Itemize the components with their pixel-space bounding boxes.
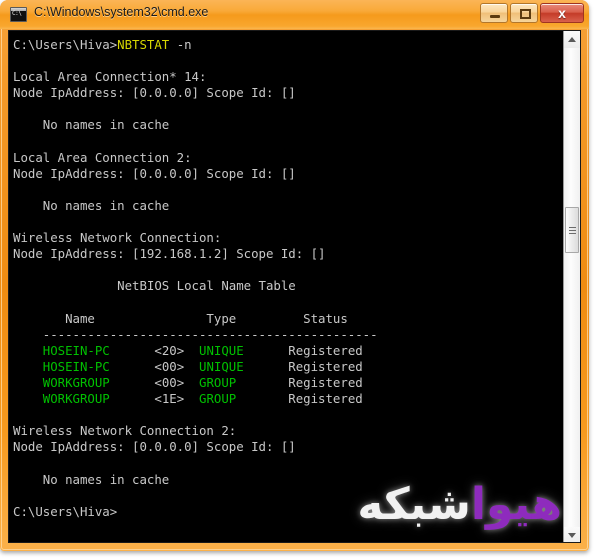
console-span: NetBIOS Local Name Table	[13, 278, 296, 294]
console-line-table-header: Name Type Status	[13, 311, 378, 327]
console-line-adapter-4-result: No names in cache	[13, 472, 378, 488]
scroll-up-arrow[interactable]	[564, 31, 580, 48]
console-span: <00>	[109, 374, 200, 390]
console-span: Registered	[236, 374, 363, 390]
console-span: Local Area Connection 2:	[13, 149, 192, 165]
cmd-window: C:\ C:\Windows\system32\cmd.exe x C:\Use…	[0, 0, 589, 551]
console-span: WORKGROUP	[42, 374, 110, 390]
console-line-table-rule: ----------------------------------------…	[13, 327, 378, 343]
scroll-thumb[interactable]	[565, 207, 579, 253]
window-title: C:\Windows\system32\cmd.exe	[34, 5, 209, 19]
close-icon: x	[558, 5, 566, 21]
console-span: Wireless Network Connection:	[13, 230, 222, 246]
scroll-down-arrow[interactable]	[564, 527, 580, 542]
console-span: Node IpAddress: [0.0.0.0] Scope Id: []	[13, 439, 296, 455]
vertical-scrollbar[interactable]	[563, 31, 580, 542]
console-line-blank-10	[13, 488, 378, 504]
console-span: Node IpAddress: [0.0.0.0] Scope Id: []	[13, 85, 296, 101]
console-span	[13, 391, 43, 406]
console-line-adapter-3-node: Node IpAddress: [192.168.1.2] Scope Id: …	[13, 246, 378, 262]
caption-buttons: x	[480, 3, 584, 24]
console-line-adapter-2-node: Node IpAddress: [0.0.0.0] Scope Id: []	[13, 166, 378, 182]
console-line-blank-7	[13, 295, 378, 311]
console-line-adapter-1-result: No names in cache	[13, 117, 378, 133]
console-span: Node IpAddress: [0.0.0.0] Scope Id: []	[13, 165, 296, 181]
console-span: <00>	[109, 358, 200, 374]
console-span: No names in cache	[13, 117, 170, 133]
watermark-purple-text: هیوا	[470, 479, 562, 530]
maximize-icon	[520, 9, 531, 19]
title-bar[interactable]: C:\ C:\Windows\system32\cmd.exe x	[0, 0, 589, 29]
console-span: Node IpAddress: [192.168.1.2] Scope Id: …	[13, 246, 326, 262]
console-line-adapter-2-name: Local Area Connection 2:	[13, 150, 378, 166]
console-line-blank-4	[13, 182, 378, 198]
console-span: Registered	[236, 391, 363, 407]
minimize-icon	[490, 15, 500, 18]
console-span: NBTSTAT	[117, 37, 170, 52]
console-line-prompt-command: C:\Users\Hiva>NBTSTAT -n	[13, 37, 378, 53]
console-span: Wireless Network Connection 2:	[13, 423, 237, 439]
chevron-down-icon	[568, 533, 576, 538]
console-line-table-title: NetBIOS Local Name Table	[13, 278, 378, 294]
console-span: HOSEIN-PC	[42, 342, 110, 358]
console-span: Registered	[243, 358, 363, 374]
console-span: <1E>	[109, 391, 200, 407]
console-line-blank-1	[13, 53, 378, 69]
console-span: No names in cache	[13, 197, 170, 213]
console-line-blank-9	[13, 455, 378, 471]
console-span: UNIQUE	[199, 342, 244, 358]
console-line-adapter-2-result: No names in cache	[13, 198, 378, 214]
console-span: -n	[169, 37, 192, 52]
console-line-adapter-1-node: Node IpAddress: [0.0.0.0] Scope Id: []	[13, 85, 378, 101]
close-button[interactable]: x	[540, 3, 584, 23]
console-span: HOSEIN-PC	[42, 358, 110, 374]
console-span: C:\Users\Hiva>	[13, 503, 118, 519]
console-output: C:\Users\Hiva>NBTSTAT -n Local Area Conne…	[13, 37, 378, 520]
console-line-blank-5	[13, 214, 378, 230]
console-line-adapter-4-name: Wireless Network Connection 2:	[13, 423, 378, 439]
console-line-blank-2	[13, 101, 378, 117]
console-line-table-row-3: WORKGROUP <00> GROUP Registered	[13, 375, 378, 391]
console-span: Registered	[243, 342, 363, 358]
maximize-button[interactable]	[510, 3, 538, 23]
cmd-console-icon: C:\	[10, 7, 27, 22]
console-span: No names in cache	[13, 471, 170, 487]
console-line-table-row-1: HOSEIN-PC <20> UNIQUE Registered	[13, 343, 378, 359]
console-line-adapter-4-node: Node IpAddress: [0.0.0.0] Scope Id: []	[13, 439, 378, 455]
console-line-table-row-4: WORKGROUP <1E> GROUP Registered	[13, 391, 378, 407]
console-line-blank-3	[13, 134, 378, 150]
console-span: <20>	[109, 342, 200, 358]
console-line-adapter-1-name: Local Area Connection* 14:	[13, 69, 378, 85]
console-span: Local Area Connection* 14:	[13, 69, 207, 85]
scroll-thumb-grip-icon	[569, 227, 576, 234]
console-span	[13, 375, 43, 390]
console-line-blank-8	[13, 407, 378, 423]
console-span: ----------------------------------------…	[13, 326, 378, 342]
console-client-area[interactable]: C:\Users\Hiva>NBTSTAT -n Local Area Conne…	[8, 30, 581, 543]
console-span: WORKGROUP	[42, 391, 110, 407]
minimize-button[interactable]	[480, 3, 508, 23]
console-span	[13, 359, 43, 374]
console-line-blank-6	[13, 262, 378, 278]
chevron-up-icon	[568, 37, 576, 42]
console-span: C:\Users\Hiva>	[13, 37, 118, 52]
console-span	[13, 343, 43, 358]
console-line-adapter-3-name: Wireless Network Connection:	[13, 230, 378, 246]
console-span: GROUP	[199, 374, 237, 390]
console-span: UNIQUE	[199, 358, 244, 374]
watermark: هیواشبکه	[357, 474, 562, 536]
console-line-table-row-2: HOSEIN-PC <00> UNIQUE Registered	[13, 359, 378, 375]
watermark-white-text: شبکه	[357, 479, 471, 530]
console-span: GROUP	[199, 391, 237, 407]
cmd-icon-glyph: C:\	[12, 10, 22, 17]
console-line-prompt-trailing: C:\Users\Hiva>	[13, 504, 378, 520]
console-span: Name Type Status	[13, 310, 348, 326]
